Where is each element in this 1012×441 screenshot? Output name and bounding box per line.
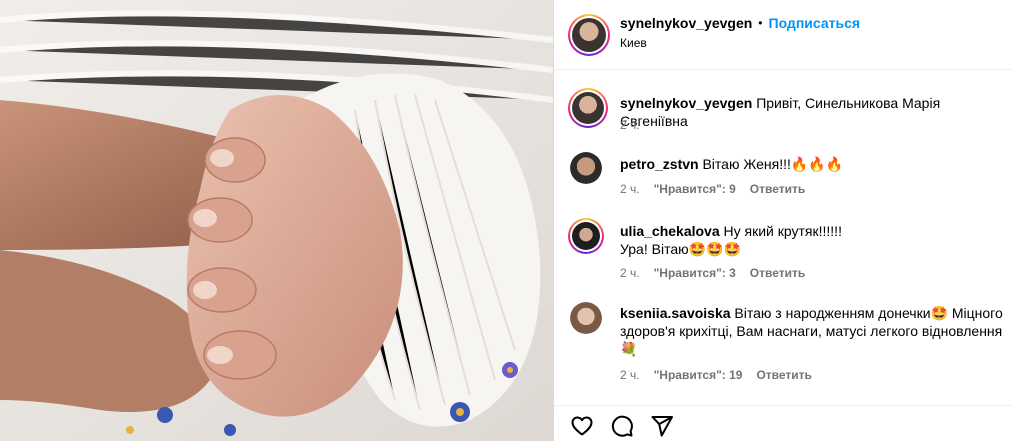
post-location[interactable]: Киев [620,36,647,50]
comment-likes[interactable]: "Нравится": 3 [654,266,736,280]
commenter-avatar[interactable] [570,302,602,334]
comment-text-line2: здоров'я крихітці, Вам наснаги, матусі л… [620,323,1003,339]
comment-likes[interactable]: "Нравится": 19 [654,368,743,382]
header-line: synelnykov_yevgen • Подписаться [620,15,860,31]
comment-time[interactable]: 2 ч. [620,182,640,196]
comment-time[interactable]: 2 ч. [620,266,640,280]
comment-text: Вітаю з народженням донечки🤩 Міцного [734,305,1003,321]
comment-text-line3: 💐 [620,341,638,357]
send-icon[interactable] [650,414,674,438]
comment-likes[interactable]: "Нравится": 9 [654,182,736,196]
reply-button[interactable]: Ответить [750,266,805,280]
commenter-avatar[interactable] [570,152,602,184]
comment-meta: 2 ч. "Нравится": 9 Ответить [620,182,805,196]
caption-username[interactable]: synelnykov_yevgen [620,95,752,111]
post-header: synelnykov_yevgen • Подписаться Киев [554,0,1012,70]
comment-meta: 2 ч. "Нравится": 19 Ответить [620,368,812,382]
separator-dot: • [758,16,763,30]
comment-username[interactable]: ulia_chekalova [620,223,720,239]
post-actions [554,405,1012,441]
caption-time[interactable]: 2 ч. [620,118,640,132]
comment-username[interactable]: petro_zstvn [620,156,699,172]
caption-text-line: synelnykov_yevgen Привіт, Синельникова М… [620,94,1000,130]
post-photo[interactable] [0,0,553,441]
heart-icon[interactable] [570,414,594,438]
comment-text-line2: Ура! Вітаю🤩🤩🤩 [620,241,741,257]
post-sidebar: synelnykov_yevgen • Подписаться Киев syn… [554,0,1012,441]
reply-button[interactable]: Ответить [756,368,811,382]
follow-button[interactable]: Подписаться [769,15,861,31]
baby-hand-photo [0,0,553,441]
author-avatar[interactable] [568,14,610,56]
reply-button[interactable]: Ответить [750,182,805,196]
comment-text-line: petro_zstvn Вітаю Женя!!!🔥🔥🔥 [620,155,1000,173]
comment-icon[interactable] [610,414,634,438]
comment-text-line: ulia_chekalova Ну який крутяк!!!!!! Ура!… [620,222,1000,258]
comment-text: Вітаю Женя!!!🔥🔥🔥 [702,156,844,172]
commenter-avatar[interactable] [568,218,604,254]
comment-meta: 2 ч. "Нравится": 3 Ответить [620,266,805,280]
caption-avatar[interactable] [568,88,608,128]
comment-text: Ну який крутяк!!!!!! [723,223,842,239]
comment-username[interactable]: kseniia.savoiska [620,305,731,321]
comment-text-line: kseniia.savoiska Вітаю з народженням дон… [620,304,1004,358]
comment-time[interactable]: 2 ч. [620,368,640,382]
author-username[interactable]: synelnykov_yevgen [620,15,752,31]
